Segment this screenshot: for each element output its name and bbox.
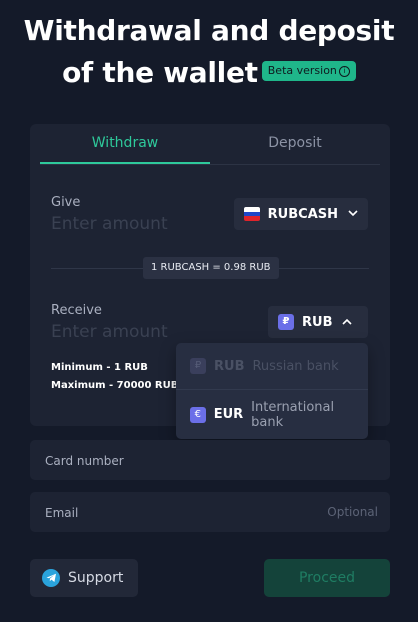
- title-line-2: of the wallet Beta version i: [0, 52, 418, 94]
- title-line-2-text: of the wallet: [62, 56, 258, 89]
- euro-icon: €: [190, 406, 206, 423]
- support-label: Support: [68, 570, 124, 586]
- minimum-limit: Minimum - 1 RUB: [51, 362, 148, 373]
- title-line-1: Withdrawal and deposit: [23, 14, 395, 47]
- card-number-box: [30, 440, 390, 482]
- receive-currency-select[interactable]: ₽ RUB: [268, 306, 368, 338]
- page-title: Withdrawal and deposit of the wallet Beta…: [0, 10, 418, 94]
- telegram-icon: [42, 569, 60, 587]
- dropdown-option-rub: ₽ RUB Russian bank: [176, 343, 368, 390]
- receive-currency-label: RUB: [302, 314, 333, 330]
- optional-hint: Optional: [327, 505, 378, 519]
- give-currency-select[interactable]: RUBCASH: [234, 198, 368, 230]
- proceed-button[interactable]: Proceed: [264, 559, 390, 597]
- russia-flag-icon: [244, 207, 260, 221]
- option-code: EUR: [213, 407, 244, 422]
- exchange-rate: 1 RUBCASH = 0.98 RUB: [143, 257, 279, 279]
- ruble-icon: ₽: [278, 314, 294, 330]
- option-code: RUB: [214, 358, 245, 374]
- give-currency-label: RUBCASH: [267, 206, 338, 222]
- chevron-down-icon: [348, 209, 358, 220]
- currency-dropdown: ₽ RUB Russian bank € EUR International b…: [176, 343, 368, 439]
- option-description: International bank: [251, 399, 335, 430]
- card-number-input[interactable]: [43, 440, 381, 482]
- dropdown-option-eur[interactable]: € EUR International bank: [176, 391, 368, 438]
- chevron-up-icon: [342, 317, 353, 328]
- beta-badge-label: Beta version: [267, 64, 337, 77]
- info-icon: i: [338, 65, 350, 77]
- give-amount-input[interactable]: [51, 212, 231, 236]
- email-box: Optional: [30, 492, 390, 534]
- receive-amount-input[interactable]: [51, 320, 231, 344]
- beta-badge: Beta version i: [261, 61, 356, 81]
- ruble-icon: ₽: [190, 358, 206, 374]
- maximum-limit: Maximum - 70000 RUB: [51, 380, 179, 391]
- support-button[interactable]: Support: [30, 559, 138, 597]
- give-label: Give: [51, 195, 81, 210]
- option-description: Russian bank: [252, 358, 339, 374]
- tab-bar: Withdraw Deposit: [40, 124, 380, 165]
- receive-label: Receive: [51, 303, 102, 318]
- tab-withdraw[interactable]: Withdraw: [40, 124, 210, 164]
- tab-deposit[interactable]: Deposit: [210, 124, 380, 164]
